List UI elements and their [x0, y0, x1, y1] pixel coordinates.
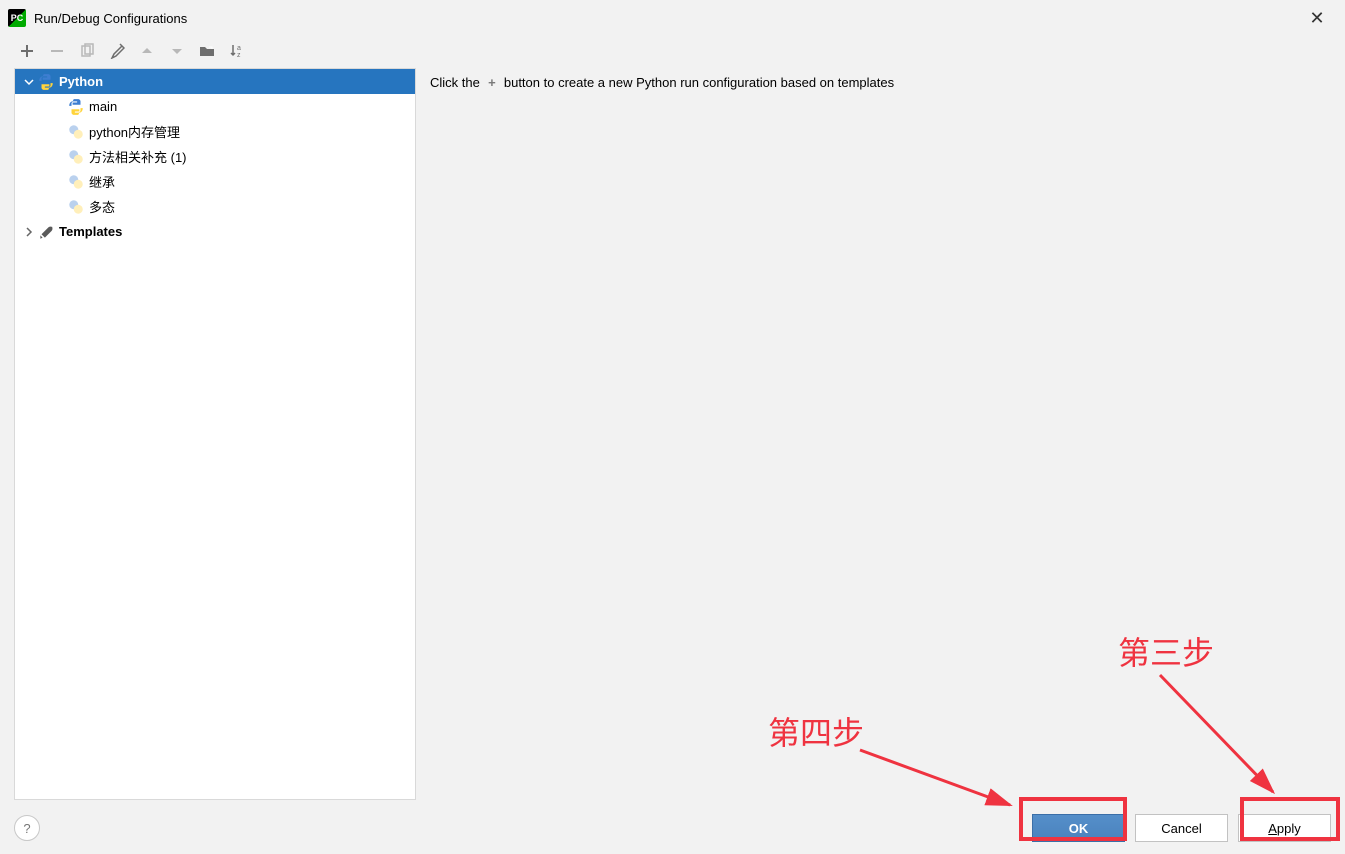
python-icon [67, 148, 85, 166]
python-icon [67, 98, 85, 116]
tree-group-label: Python [59, 74, 103, 89]
help-icon: ? [23, 821, 30, 836]
toolbar: az [0, 36, 1345, 66]
apply-label: Apply [1268, 821, 1301, 836]
content-panel: Click the + button to create a new Pytho… [416, 66, 1345, 802]
tree-item-label: 多态 [89, 197, 115, 216]
apply-button[interactable]: Apply [1238, 814, 1331, 842]
empty-hint: Click the + button to create a new Pytho… [430, 74, 1331, 90]
folder-button[interactable] [198, 42, 216, 60]
footer: ? OK Cancel Apply [0, 802, 1345, 854]
python-icon [67, 123, 85, 141]
tree-item-label: python内存管理 [89, 122, 180, 141]
tree-item-inherit[interactable]: 继承 [15, 169, 415, 194]
hint-text-post: button to create a new Python run config… [504, 75, 894, 90]
main-area: Python main python内存管理 方法相关补充 (1) 继承 [0, 66, 1345, 802]
window-title: Run/Debug Configurations [34, 11, 187, 26]
hint-text-pre: Click the [430, 75, 480, 90]
add-config-button[interactable] [18, 42, 36, 60]
ok-label: OK [1069, 821, 1089, 836]
python-icon [67, 173, 85, 191]
copy-config-button[interactable] [78, 42, 96, 60]
plus-icon: + [484, 74, 500, 90]
python-icon [37, 73, 55, 91]
close-icon[interactable]: ✕ [1297, 8, 1337, 29]
tree-item-label: 继承 [89, 172, 115, 191]
tree-group-templates[interactable]: Templates [15, 219, 415, 244]
cancel-button[interactable]: Cancel [1135, 814, 1228, 842]
tree-item-mem[interactable]: python内存管理 [15, 119, 415, 144]
edit-defaults-button[interactable] [108, 42, 126, 60]
svg-text:z: z [237, 52, 241, 59]
config-tree[interactable]: Python main python内存管理 方法相关补充 (1) 继承 [14, 68, 416, 800]
tree-item-label: main [89, 99, 117, 114]
tree-item-label: 方法相关补充 (1) [89, 147, 187, 166]
tree-item-main[interactable]: main [15, 94, 415, 119]
tree-group-label: Templates [59, 224, 122, 239]
titlebar: PC Run/Debug Configurations ✕ [0, 0, 1345, 36]
chevron-right-icon [21, 227, 37, 237]
move-down-button[interactable] [168, 42, 186, 60]
move-up-button[interactable] [138, 42, 156, 60]
cancel-label: Cancel [1161, 821, 1201, 836]
svg-text:a: a [237, 45, 241, 52]
tree-group-python[interactable]: Python [15, 69, 415, 94]
tree-item-method[interactable]: 方法相关补充 (1) [15, 144, 415, 169]
ok-button[interactable]: OK [1032, 814, 1125, 842]
tree-item-poly[interactable]: 多态 [15, 194, 415, 219]
python-icon [67, 198, 85, 216]
remove-config-button[interactable] [48, 42, 66, 60]
sort-button[interactable]: az [228, 42, 246, 60]
help-button[interactable]: ? [14, 815, 40, 841]
chevron-down-icon [21, 77, 37, 87]
app-icon: PC [8, 9, 26, 27]
wrench-icon [37, 223, 55, 241]
